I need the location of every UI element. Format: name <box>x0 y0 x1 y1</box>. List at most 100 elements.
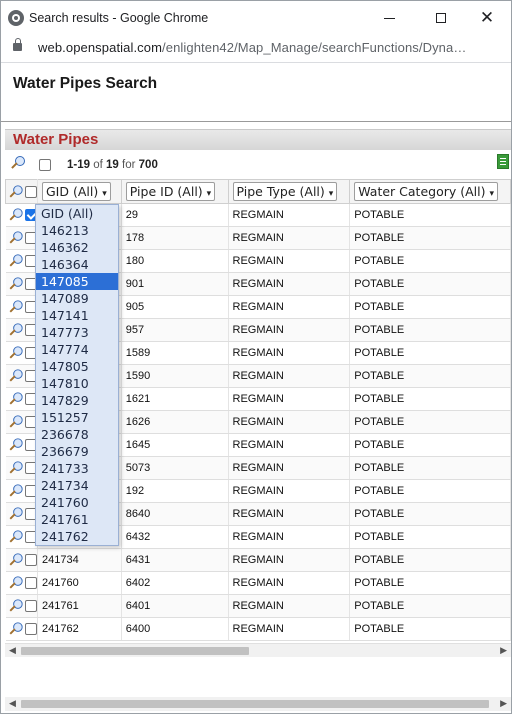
row-zoom-magnifier-icon[interactable] <box>9 622 23 635</box>
column-header-gid[interactable]: GID (All) ▾ <box>37 179 122 204</box>
cell-pipe-id: 1626 <box>121 410 229 434</box>
cell-water-category: POTABLE <box>349 433 511 457</box>
gid-filter-option[interactable]: 146362 <box>36 239 118 256</box>
row-zoom-magnifier-icon[interactable] <box>9 461 23 474</box>
gid-filter-option[interactable]: 146364 <box>36 256 118 273</box>
url-text[interactable]: web.openspatial.com/enlighten42/Map_Mana… <box>38 40 498 55</box>
cell-pipe-id: 8640 <box>121 502 229 526</box>
row-zoom-magnifier-icon[interactable] <box>9 300 23 313</box>
row-zoom-magnifier-icon[interactable] <box>9 507 23 520</box>
cell-pipe-id: 957 <box>121 318 229 342</box>
pipe-id-filter-select[interactable]: Pipe ID (All) ▾ <box>125 182 216 201</box>
page-title: Water Pipes Search <box>13 75 158 92</box>
result-range: 1-19 <box>67 159 91 171</box>
maximize-button[interactable] <box>421 6 461 30</box>
gid-filter-option[interactable]: 241762 <box>36 528 118 545</box>
row-zoom-magnifier-icon[interactable] <box>9 369 23 382</box>
gid-filter-option[interactable]: 147774 <box>36 341 118 358</box>
browser-window: Search results - Google Chrome ✕ web.ope… <box>0 0 512 714</box>
row-icons-cell <box>5 502 38 526</box>
gid-filter-option[interactable]: 241760 <box>36 494 118 511</box>
row-zoom-magnifier-icon[interactable] <box>9 599 23 612</box>
cell-water-category: POTABLE <box>349 410 511 434</box>
cell-water-category: POTABLE <box>349 226 511 250</box>
gid-filter-option[interactable]: 147085 <box>36 273 118 290</box>
row-zoom-magnifier-icon[interactable] <box>9 530 23 543</box>
excel-export-icon[interactable] <box>497 154 509 169</box>
row-icons-cell <box>5 433 38 457</box>
gid-filter-label: GID (All) <box>46 184 99 199</box>
scroll-right-icon[interactable]: ▶ <box>500 645 507 656</box>
column-header-water-category[interactable]: Water Category (All) ▾ <box>349 179 511 204</box>
row-zoom-magnifier-icon[interactable] <box>9 415 23 428</box>
row-icons-cell <box>5 617 38 641</box>
table-row[interactable]: 241762 6400 REGMAIN POTABLE <box>5 617 511 641</box>
gid-filter-option[interactable]: 146213 <box>36 222 118 239</box>
minimize-button[interactable] <box>369 6 409 30</box>
row-zoom-magnifier-icon[interactable] <box>9 553 23 566</box>
header-magnifier-icon[interactable] <box>9 184 23 198</box>
grid-horizontal-scrollbar[interactable]: ◀ ▶ <box>5 643 511 657</box>
row-select-checkbox[interactable] <box>24 623 37 635</box>
close-button[interactable]: ✕ <box>467 6 507 30</box>
section-title: Water Pipes <box>13 131 99 148</box>
column-header-pipe-type[interactable]: Pipe Type (All) ▾ <box>227 179 351 204</box>
gid-filter-select[interactable]: GID (All) ▾ <box>42 182 111 201</box>
water-category-filter-select[interactable]: Water Category (All) ▾ <box>354 182 499 201</box>
select-all-checkbox[interactable] <box>39 159 51 171</box>
table-row[interactable]: 241761 6401 REGMAIN POTABLE <box>5 594 511 618</box>
table-row[interactable]: 241760 6402 REGMAIN POTABLE <box>5 571 511 595</box>
row-select-checkbox[interactable] <box>24 577 37 589</box>
cell-pipe-id: 901 <box>121 272 229 296</box>
row-select-checkbox[interactable] <box>24 554 37 566</box>
row-zoom-magnifier-icon[interactable] <box>9 277 23 290</box>
gid-filter-option[interactable]: 241761 <box>36 511 118 528</box>
result-matched: 19 <box>106 159 119 171</box>
row-zoom-magnifier-icon[interactable] <box>9 346 23 359</box>
page-horizontal-scrollbar[interactable]: ◀ ▶ <box>5 697 511 711</box>
chrome-icon <box>8 10 24 26</box>
row-zoom-magnifier-icon[interactable] <box>9 484 23 497</box>
row-zoom-magnifier-icon[interactable] <box>9 208 23 221</box>
gid-filter-option[interactable]: 147810 <box>36 375 118 392</box>
scroll-left-icon[interactable]: ◀ <box>9 698 16 709</box>
row-zoom-magnifier-icon[interactable] <box>9 438 23 451</box>
cell-pipe-type: REGMAIN <box>228 525 351 549</box>
scroll-left-icon[interactable]: ◀ <box>9 645 16 656</box>
row-icons-cell <box>5 548 38 572</box>
cell-gid: 241760 <box>37 571 122 595</box>
gid-filter-option[interactable]: 241734 <box>36 477 118 494</box>
zoom-all-magnifier-icon[interactable] <box>11 156 25 170</box>
header-checkbox[interactable] <box>25 185 37 198</box>
gid-filter-option[interactable]: 147829 <box>36 392 118 409</box>
row-select-checkbox[interactable] <box>24 600 37 612</box>
gid-filter-option[interactable]: 241733 <box>36 460 118 477</box>
gid-filter-option[interactable]: 151257 <box>36 409 118 426</box>
column-header-pipe-id[interactable]: Pipe ID (All) ▾ <box>120 179 229 204</box>
row-zoom-magnifier-icon[interactable] <box>9 254 23 267</box>
water-category-filter-label: Water Category (All) <box>358 184 486 199</box>
gid-filter-option[interactable]: 236678 <box>36 426 118 443</box>
pipe-id-filter-label: Pipe ID (All) <box>129 184 203 199</box>
scrollbar-thumb[interactable] <box>21 647 249 655</box>
row-zoom-magnifier-icon[interactable] <box>9 576 23 589</box>
scroll-right-icon[interactable]: ▶ <box>500 698 507 709</box>
row-zoom-magnifier-icon[interactable] <box>9 231 23 244</box>
cell-pipe-id: 905 <box>121 295 229 319</box>
cell-water-category: POTABLE <box>349 571 511 595</box>
scrollbar-thumb[interactable] <box>21 700 489 708</box>
gid-filter-dropdown-list[interactable]: GID (All) 146213 146362 146364 147085 147089 1… <box>35 204 119 546</box>
gid-filter-option[interactable]: 147089 <box>36 290 118 307</box>
row-zoom-magnifier-icon[interactable] <box>9 392 23 405</box>
cell-water-category: POTABLE <box>349 203 511 227</box>
gid-filter-option[interactable]: GID (All) <box>36 205 118 222</box>
table-row[interactable]: 241734 6431 REGMAIN POTABLE <box>5 548 511 572</box>
address-bar[interactable]: web.openspatial.com/enlighten42/Map_Mana… <box>1 36 511 62</box>
cell-pipe-type: REGMAIN <box>228 571 351 595</box>
row-zoom-magnifier-icon[interactable] <box>9 323 23 336</box>
gid-filter-option[interactable]: 147773 <box>36 324 118 341</box>
gid-filter-option[interactable]: 147141 <box>36 307 118 324</box>
pipe-type-filter-select[interactable]: Pipe Type (All) ▾ <box>232 182 338 201</box>
gid-filter-option[interactable]: 147805 <box>36 358 118 375</box>
gid-filter-option[interactable]: 236679 <box>36 443 118 460</box>
